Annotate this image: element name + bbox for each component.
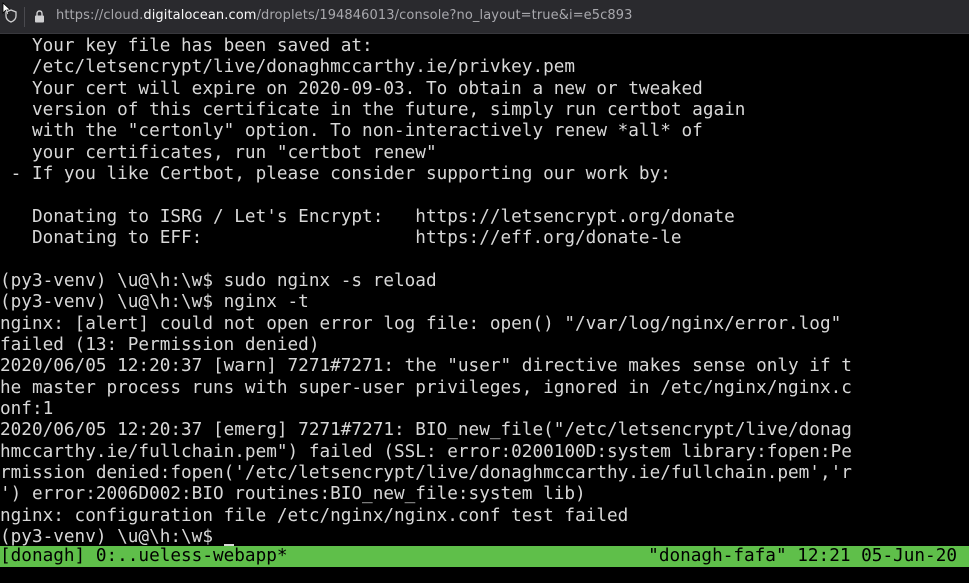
- terminal-line: (py3-venv) \u@\h:\w$: [0, 527, 224, 546]
- terminal-line: (py3-venv) \u@\h:\w$ sudo nginx -s reloa…: [0, 270, 437, 291]
- terminal-line: Donating to EFF: https://eff.org/donate-…: [0, 228, 682, 249]
- terminal-line: onf:1: [0, 398, 54, 419]
- terminal-line: he master process runs with super-user p…: [0, 377, 852, 398]
- tracking-protection-shield-icon[interactable]: [5, 9, 17, 23]
- terminal-line: version of this certificate in the futur…: [0, 100, 746, 121]
- terminal-line: nginx: [alert] could not open error log …: [0, 313, 842, 334]
- url-domain: digitalocean.com: [143, 8, 257, 23]
- terminal-line: rmission denied:fopen('/etc/letsencrypt/…: [0, 463, 852, 483]
- terminal-line: 2020/06/05 12:20:37 [warn] 7271#7271: th…: [0, 356, 852, 377]
- terminal-line: Your key file has been saved at:: [0, 36, 373, 56]
- url-text[interactable]: https://cloud.digitalocean.com/droplets/…: [56, 8, 633, 23]
- terminal-line: 2020/06/05 12:20:37 [emerg] 7271#7271: B…: [0, 420, 852, 441]
- tmux-session-window: [donagh] 0:..ueless-webapp*: [0, 546, 288, 566]
- url-bar-divider: [24, 7, 25, 27]
- url-prefix: https://cloud.: [56, 8, 144, 23]
- url-path: /droplets/194846013/console?no_layout=tr…: [256, 8, 633, 23]
- terminal-line: - If you like Certbot, please consider s…: [0, 164, 671, 185]
- terminal-line: your certificates, run "certbot renew": [0, 142, 437, 163]
- lock-icon[interactable]: [34, 10, 45, 23]
- tmux-status-bar: [donagh] 0:..ueless-webapp* "donagh-fafa…: [0, 546, 969, 567]
- terminal-console[interactable]: Your key file has been saved at: /etc/le…: [0, 34, 969, 546]
- terminal-line: /etc/letsencrypt/live/donaghmccarthy.ie/…: [0, 57, 576, 78]
- url-bar[interactable]: https://cloud.digitalocean.com/droplets/…: [0, 0, 969, 34]
- terminal-line: failed (13: Permission denied): [0, 334, 320, 355]
- terminal-line: Your cert will expire on 2020-09-03. To …: [0, 78, 703, 99]
- terminal-line: Donating to ISRG / Let's Encrypt: https:…: [0, 206, 735, 227]
- terminal-line: (py3-venv) \u@\h:\w$ nginx -t: [0, 292, 309, 313]
- terminal-line: nginx: configuration file /etc/nginx/ngi…: [0, 505, 629, 526]
- tmux-host-clock: "donagh-fafa" 12:21 05-Jun-20: [648, 546, 957, 566]
- terminal-line: ') error:2006D002:BIO routines:BIO_new_f…: [0, 484, 586, 505]
- terminal-bottom-padding: [0, 567, 969, 583]
- terminal-line: with the "certonly" option. To non-inter…: [0, 121, 703, 142]
- terminal-line: hmccarthy.ie/fullchain.pem") failed (SSL…: [0, 441, 852, 462]
